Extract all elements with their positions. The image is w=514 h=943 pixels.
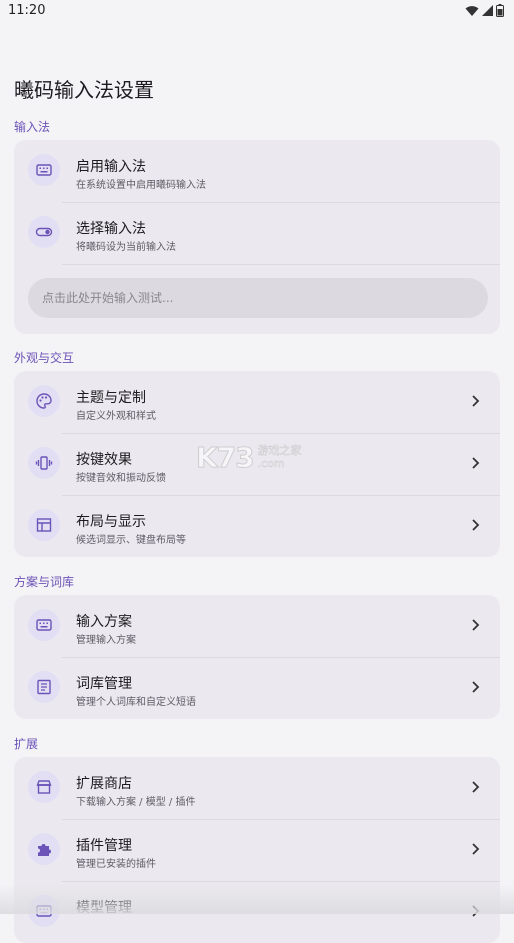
- row-dictionary[interactable]: 词库管理 管理个人词库和自定义短语: [14, 657, 500, 719]
- chevron-right-icon: [472, 619, 480, 631]
- vibration-icon: [28, 447, 60, 479]
- divider: [62, 264, 500, 265]
- row-input-scheme[interactable]: 输入方案 管理输入方案: [14, 595, 500, 657]
- status-bar: 11:20: [0, 0, 514, 24]
- row-model-manager[interactable]: 模型管理: [14, 881, 500, 943]
- signal-icon: [482, 5, 493, 16]
- watermark-text: K73: [196, 440, 256, 474]
- card-input-method: 启用输入法 在系统设置中启用曦码输入法 选择输入法 将曦码设为当前输入法: [14, 140, 500, 334]
- row-plugin-manager[interactable]: 插件管理 管理已安装的插件: [14, 819, 500, 881]
- section-label-appearance: 外观与交互: [14, 351, 75, 365]
- watermark-line1: 游戏之家: [257, 444, 302, 458]
- row-subtitle: 将曦码设为当前输入法: [76, 242, 176, 253]
- status-time: 11:20: [8, 3, 46, 18]
- dictionary-icon: [28, 671, 60, 703]
- row-subtitle: 管理输入方案: [76, 635, 136, 646]
- keyboard-icon: [28, 609, 60, 641]
- row-extension-store[interactable]: 扩展商店 下载输入方案 / 模型 / 插件: [14, 757, 500, 819]
- wifi-icon: [465, 5, 479, 16]
- row-title: 启用输入法: [76, 159, 146, 175]
- chevron-right-icon: [472, 395, 480, 407]
- section-label-extensions: 扩展: [14, 737, 39, 751]
- row-select-ime[interactable]: 选择输入法 将曦码设为当前输入法: [14, 202, 500, 264]
- battery-icon: [496, 4, 504, 17]
- puzzle-icon: [28, 833, 60, 865]
- row-title: 扩展商店: [76, 776, 132, 792]
- card-schemes: 输入方案 管理输入方案 词库管理 管理个人词库和自定义短语: [14, 595, 500, 719]
- keyboard-icon: [28, 895, 60, 927]
- chevron-right-icon: [472, 457, 480, 469]
- row-title: 输入方案: [76, 614, 132, 630]
- card-extensions: 扩展商店 下载输入方案 / 模型 / 插件 插件管理 管理已安装的插件 模型管理: [14, 757, 500, 943]
- row-subtitle: 按键音效和振动反馈: [76, 473, 166, 484]
- row-enable-ime[interactable]: 启用输入法 在系统设置中启用曦码输入法: [14, 140, 500, 202]
- row-title: 按键效果: [76, 452, 132, 468]
- section-label-schemes: 方案与词库: [14, 575, 75, 589]
- status-icons: [465, 4, 504, 17]
- row-title: 词库管理: [76, 676, 132, 692]
- chevron-right-icon: [472, 519, 480, 531]
- section-label-input-method: 输入法: [14, 120, 51, 134]
- chevron-right-icon: [472, 681, 480, 693]
- row-title: 模型管理: [76, 900, 132, 916]
- row-title: 选择输入法: [76, 221, 146, 237]
- row-subtitle: 自定义外观和样式: [76, 411, 156, 422]
- row-subtitle: 管理已安装的插件: [76, 859, 156, 870]
- watermark-subtext: 游戏之家 .com: [257, 444, 302, 471]
- watermark-line2: .com: [257, 457, 285, 471]
- test-input-field[interactable]: [28, 278, 488, 318]
- row-layout-display[interactable]: 布局与显示 候选词显示、键盘布局等: [14, 495, 500, 557]
- store-icon: [28, 771, 60, 803]
- row-subtitle: 在系统设置中启用曦码输入法: [76, 180, 206, 191]
- palette-icon: [28, 385, 60, 417]
- row-theme[interactable]: 主题与定制 自定义外观和样式: [14, 371, 500, 433]
- row-title: 插件管理: [76, 838, 132, 854]
- row-subtitle: 下载输入方案 / 模型 / 插件: [76, 797, 196, 808]
- row-title: 布局与显示: [76, 514, 146, 530]
- row-title: 主题与定制: [76, 390, 146, 406]
- chevron-right-icon: [472, 781, 480, 793]
- row-subtitle: 候选词显示、键盘布局等: [76, 535, 186, 546]
- toggle-icon: [28, 216, 60, 248]
- page-title: 曦码输入法设置: [14, 78, 154, 102]
- chevron-right-icon: [472, 843, 480, 855]
- keyboard-icon: [28, 154, 60, 186]
- chevron-right-icon: [472, 905, 480, 917]
- watermark-logo: K73 游戏之家 .com: [196, 440, 320, 474]
- layout-icon: [28, 509, 60, 541]
- row-subtitle: 管理个人词库和自定义短语: [76, 697, 196, 708]
